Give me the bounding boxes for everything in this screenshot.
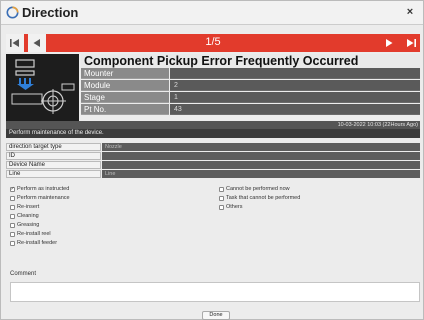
option-label: Others [226,204,243,210]
target-label: Line [6,170,101,178]
done-button[interactable]: Done [202,311,230,320]
option-label: Task that cannot be performed [226,195,301,201]
checkbox[interactable] [10,231,15,237]
page-indicator: 1/5 [205,36,221,48]
checkbox[interactable] [10,222,15,228]
skip-last-icon [407,39,416,47]
mounter-illustration [11,59,75,114]
direction-dialog: Direction × 1/5 Component Pickup Error F… [0,0,424,320]
arrow-right-icon [386,39,393,47]
info-label: Pt No. [81,104,169,115]
target-value [102,161,420,169]
target-label: Device Name [6,161,101,169]
mounter-device-image [6,54,79,121]
checkbox[interactable] [10,204,15,210]
last-page-button[interactable] [402,34,420,52]
info-label: Mounter [81,68,169,79]
title-bar: Direction × [1,1,423,25]
option-label: Cannot be performed now [226,186,290,192]
option-label: Re-insert [17,204,40,210]
target-value: Nozzle [102,143,420,151]
navigation-bar: 1/5 [6,34,420,52]
option-label: Cleaning [17,213,39,219]
checkbox[interactable] [219,204,224,210]
target-value [102,152,420,160]
next-page-button[interactable] [380,34,398,52]
info-value: 1 [170,92,420,103]
info-value: 2 [170,80,420,91]
option-label: Perform as instructed [17,186,70,192]
timestamp-bar: 10-03-2022 10:03 (22Hours Ago) [6,121,420,129]
instruction-text: Perform maintenance of the device. [6,129,420,138]
target-value: Line [102,170,420,178]
option-label: Re-install reel [17,231,51,237]
info-value [170,68,420,79]
comment-label: Comment [10,271,37,277]
target-label: direction target type [6,143,101,151]
option-label: Re-install feeder [17,240,58,246]
info-label: Module [81,80,169,91]
info-label: Stage [81,92,169,103]
target-label: ID [6,152,101,160]
checkbox[interactable] [10,240,15,246]
checkbox[interactable] [219,186,224,192]
checkbox-checked[interactable] [10,185,15,193]
direction-icon [6,6,19,19]
checkbox[interactable] [10,195,15,201]
info-value: 43 [170,104,420,115]
checkbox[interactable] [10,213,15,219]
window-title: Direction [22,5,79,20]
close-button[interactable]: × [403,5,417,19]
option-label: Greasing [17,222,40,228]
error-title: Component Pickup Error Frequently Occurr… [81,54,420,68]
option-label: Perform maintenance [17,195,70,201]
error-timestamp: 10-03-2022 10:03 (22Hours Ago) [337,122,418,128]
comment-input[interactable] [10,282,420,302]
checkbox[interactable] [219,195,224,201]
